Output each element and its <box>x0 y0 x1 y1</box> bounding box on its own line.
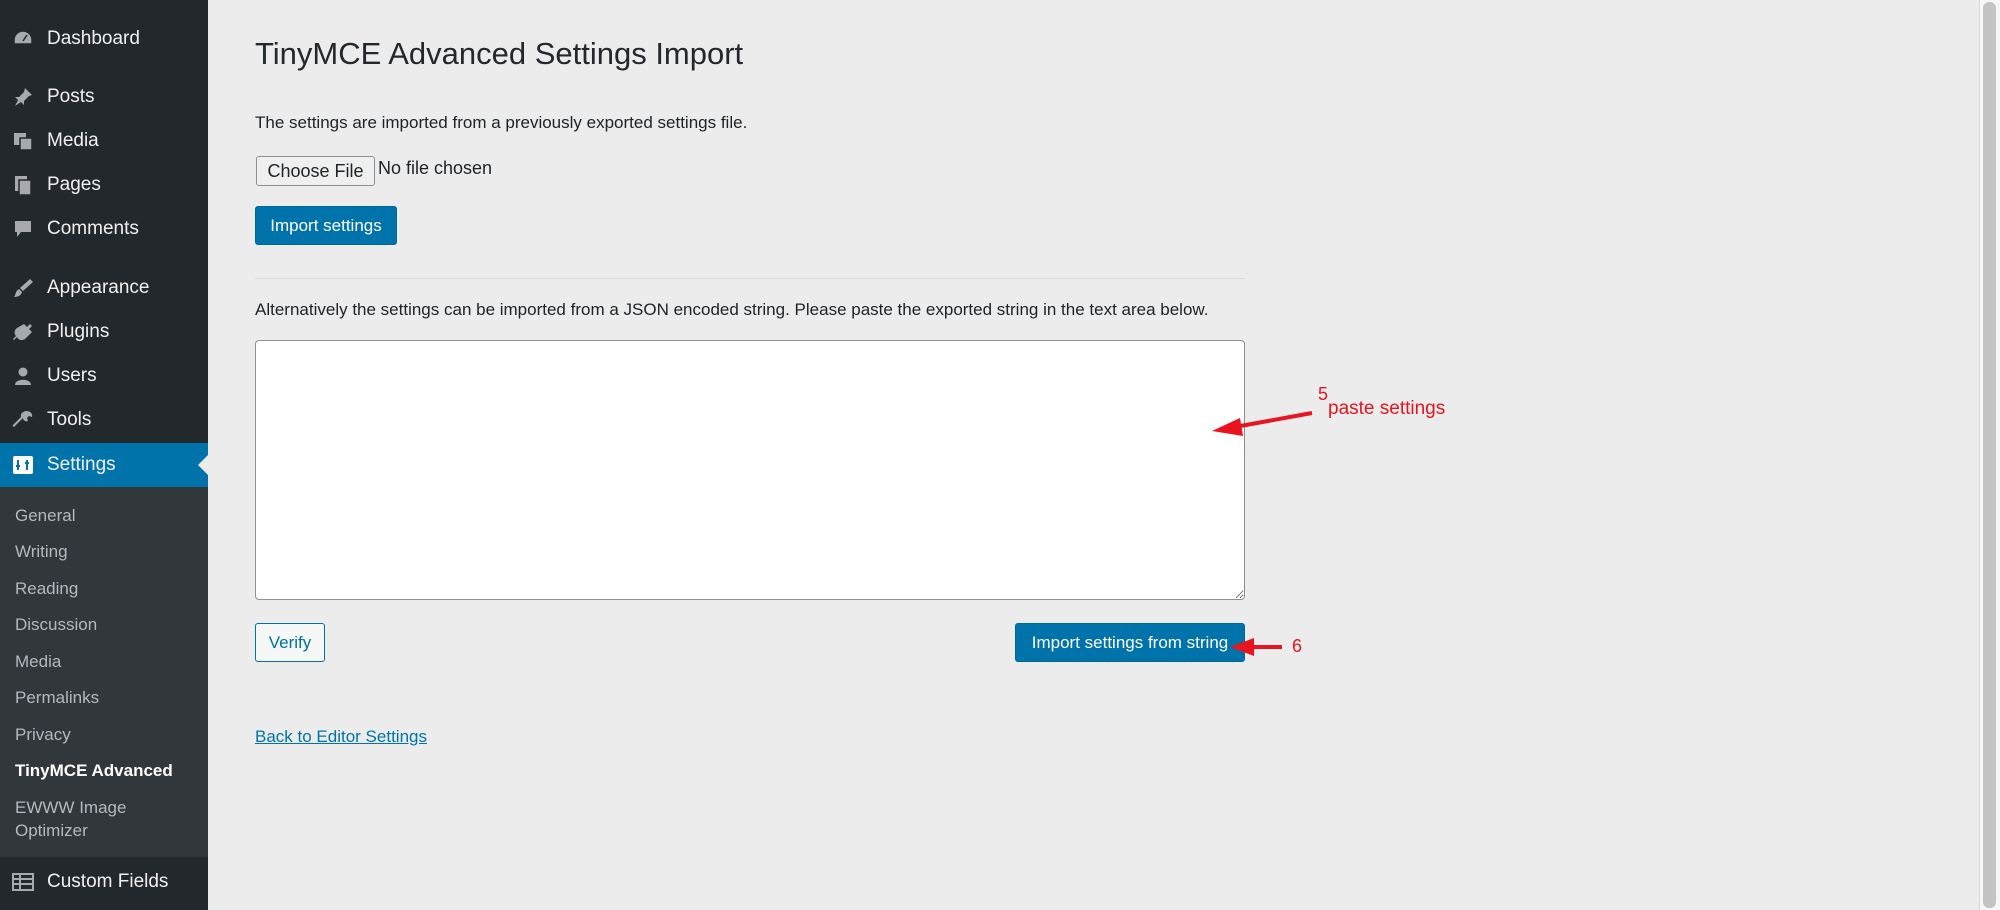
admin-sidebar: Dashboard Posts Media Pages Comments App… <box>0 0 208 910</box>
sidebar-item-label: Appearance <box>47 277 150 298</box>
back-to-editor-settings-link[interactable]: Back to Editor Settings <box>255 727 427 747</box>
submenu-item-ewww-image-optimizer[interactable]: EWWW Image Optimizer <box>15 796 126 842</box>
sidebar-item-users[interactable]: Users <box>0 354 208 398</box>
dashboard-icon <box>12 29 34 49</box>
import-settings-button[interactable]: Import settings <box>255 206 397 245</box>
sidebar-item-pages[interactable]: Pages <box>0 163 208 207</box>
submenu-item-writing[interactable]: Writing <box>15 540 68 563</box>
json-settings-textarea[interactable] <box>255 340 1245 600</box>
submenu-item-permalinks[interactable]: Permalinks <box>15 686 99 709</box>
submenu-item-media[interactable]: Media <box>15 650 61 673</box>
choose-file-button[interactable]: Choose File <box>256 156 375 186</box>
sidebar-item-label: Plugins <box>47 321 110 342</box>
plugin-icon <box>12 322 34 342</box>
sidebar-item-posts[interactable]: Posts <box>0 75 208 119</box>
brush-icon <box>12 278 34 298</box>
sidebar-item-label: Posts <box>47 86 95 107</box>
annotation-step-5-number: 5 <box>1318 384 1329 404</box>
sidebar-item-tools[interactable]: Tools <box>0 398 208 442</box>
sidebar-item-media[interactable]: Media <box>0 119 208 163</box>
page-scrollbar-thumb[interactable] <box>1983 2 1996 908</box>
submenu-item-reading[interactable]: Reading <box>15 577 78 600</box>
sidebar-item-label: Dashboard <box>47 28 140 49</box>
sidebar-item-comments[interactable]: Comments <box>0 207 208 251</box>
pages-icon <box>12 175 34 195</box>
import-settings-from-string-button[interactable]: Import settings from string <box>1015 623 1245 662</box>
sidebar-item-label: Users <box>47 365 97 386</box>
settings-icon <box>12 455 34 475</box>
section-divider <box>255 278 1245 279</box>
sidebar-item-label: Settings <box>47 454 116 475</box>
sidebar-item-label: Custom Fields <box>47 871 169 892</box>
submenu-item-label-line1: EWWW Image <box>15 798 127 817</box>
annotation-step-5-text: paste settings <box>1328 398 1446 419</box>
annotation-step-6-number: 6 <box>1292 636 1303 656</box>
file-status-text: No file chosen <box>378 158 493 178</box>
sidebar-item-dashboard[interactable]: Dashboard <box>0 17 208 61</box>
submenu-item-tinymce-advanced[interactable]: TinyMCE Advanced <box>15 759 173 782</box>
sidebar-item-custom-fields[interactable]: Custom Fields <box>0 860 208 904</box>
json-import-description: Alternatively the settings can be import… <box>255 300 1209 319</box>
sidebar-item-settings[interactable]: Settings <box>0 443 208 487</box>
file-import-description: The settings are imported from a previou… <box>255 113 748 132</box>
table-icon <box>12 872 34 892</box>
submenu-item-general[interactable]: General <box>15 504 75 527</box>
media-icon <box>12 131 34 151</box>
settings-submenu: General Writing Reading Discussion Media… <box>0 487 208 857</box>
comment-icon <box>12 219 34 239</box>
submenu-item-discussion[interactable]: Discussion <box>15 613 97 636</box>
submenu-item-privacy[interactable]: Privacy <box>15 723 71 746</box>
sidebar-item-label: Comments <box>47 218 139 239</box>
submenu-item-label-line2: Optimizer <box>15 821 88 840</box>
sidebar-item-label: Pages <box>47 174 101 195</box>
pin-icon <box>12 87 34 107</box>
wrench-icon <box>12 410 34 430</box>
sidebar-item-plugins[interactable]: Plugins <box>0 310 208 354</box>
sidebar-item-label: Tools <box>47 409 92 430</box>
verify-button[interactable]: Verify <box>255 623 325 662</box>
user-icon <box>12 366 34 386</box>
page-title: TinyMCE Advanced Settings Import <box>255 36 744 71</box>
sidebar-item-label: Media <box>47 130 99 151</box>
sidebar-item-appearance[interactable]: Appearance <box>0 266 208 310</box>
